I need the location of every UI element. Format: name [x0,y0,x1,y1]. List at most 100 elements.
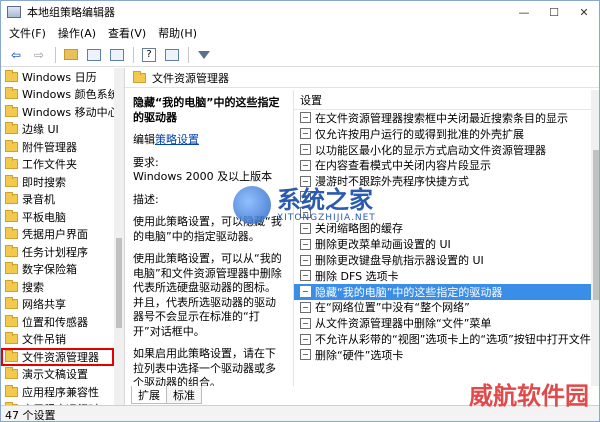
description-paragraph-2: 使用此策略设置，可以从“我的电脑”和文件资源管理器中删除代表所选硬盘驱动器的图标… [133,252,282,338]
tree-item[interactable]: 文件吊销 [1,331,124,349]
tab-standard[interactable]: 标准 [166,386,202,404]
tree-item[interactable]: 搜索 [1,278,124,296]
tree-item-label: 位置和传感器 [22,315,88,329]
tree-item[interactable]: Windows 移动中心 [1,103,124,121]
tree-item-label: 文件吊销 [22,333,66,347]
folder-icon [5,227,18,240]
settings-scrollbar[interactable] [591,90,599,386]
folder-icon [5,297,18,310]
list-item[interactable] [294,205,599,221]
pane-header: 文件资源管理器 [125,68,599,88]
tree-item[interactable]: 演示文稿设置 [1,366,124,384]
menu-action[interactable]: 操作(A) [52,25,102,41]
export-list-button[interactable] [106,45,128,65]
tree-item[interactable]: 应用程序兼容性 [1,383,124,401]
folder-icon [5,209,18,222]
folder-icon [5,157,18,170]
list-item[interactable]: 关闭缩略图的缓存 [294,221,599,237]
list-item[interactable]: 删除“硬件”选项卡 [294,347,599,363]
tree-item[interactable]: Windows 日历 [1,68,124,86]
list-item[interactable]: 从文件资源管理器中删除“文件”菜单 [294,315,599,331]
title-bar: 本地组策略编辑器 — ☐ ✕ [1,1,599,23]
folder-icon [5,87,18,100]
tree-item[interactable]: 附件管理器 [1,138,124,156]
list-item-label: 从文件资源管理器中删除“文件”菜单 [315,317,492,331]
folder-icon [5,104,18,117]
list-item[interactable]: 在内容查看模式中关闭内容片段显示 [294,157,599,173]
settings-column-header[interactable]: 设置 [294,90,599,110]
policy-setting-icon [300,254,311,266]
tree-scrollbar[interactable] [114,68,124,405]
scrollbar-thumb[interactable] [116,238,122,328]
policy-setting-icon [300,128,311,140]
show-tree-button[interactable] [83,45,105,65]
tree-item-label: 应用程序兼容性 [22,385,99,399]
list-item[interactable]: 删除更改键盘导航指示器设置的 UI [294,252,599,268]
tree-item[interactable]: 位置和传感器 [1,313,124,331]
folder-icon [5,332,18,345]
list-item-label: 隐藏“我的电脑”中的这些指定的驱动器 [315,285,503,299]
list-item[interactable]: 在文件资源管理器搜索框中关闭最近搜索条目的显示 [294,110,599,126]
folder-icon [5,349,18,362]
tree-item-label: 录音机 [22,193,55,207]
tree-item-label: 搜索 [22,280,44,294]
tree-item[interactable]: 边缘 UI [1,121,124,139]
toolbar-separator [55,46,56,63]
list-item[interactable]: 在“网络位置”中没有“整个网络” [294,300,599,316]
up-folder-button[interactable] [60,45,82,65]
minimize-button[interactable]: — [509,1,539,23]
settings-list-body: 在文件资源管理器搜索框中关闭最近搜索条目的显示 仅允许按用户运行的或得到批准的外壳… [294,110,599,363]
menu-help[interactable]: 帮助(H) [152,25,203,41]
folder-icon [5,139,18,152]
tree-item-label: 附件管理器 [22,140,77,154]
tree-item[interactable]: 网络共享 [1,296,124,314]
forward-button[interactable]: ⇨ [28,45,50,65]
tab-extended[interactable]: 扩展 [131,386,167,404]
tree-item[interactable]: 平板电脑 [1,208,124,226]
menu-view[interactable]: 查看(V) [102,25,152,41]
back-button[interactable]: ⇦ [5,45,27,65]
list-item[interactable]: 删除更改菜单动画设置的 UI [294,236,599,252]
folder-icon [5,262,18,275]
list-item[interactable]: 不允许从彩带的“视图”选项卡上的“选项”按钮中打开文件夹… [294,331,599,347]
list-item[interactable]: 以功能区最小化的显示方式启动文件资源管理器 [294,142,599,158]
policy-setting-icon [300,286,311,298]
properties-button[interactable] [161,45,183,65]
scrollbar-thumb[interactable] [593,150,599,300]
list-item-label: 关闭缩略图的缓存 [315,222,403,236]
list-item-label: 在内容查看模式中关闭内容片段显示 [315,159,491,173]
policy-setting-icon [300,159,311,171]
maximize-button[interactable]: ☐ [539,1,569,23]
filter-button[interactable] [193,45,215,65]
list-item[interactable]: 删除 DFS 选项卡 [294,268,599,284]
list-item[interactable]: 漫游时不跟踪外壳程序快捷方式 [294,173,599,189]
tree-item[interactable]: 凭据用户界面 [1,226,124,244]
back-arrow-icon: ⇦ [10,47,22,62]
list-item[interactable]: 仅允许按用户运行的或得到批准的外壳扩展 [294,126,599,142]
tree-item[interactable]: 即时搜索 [1,173,124,191]
status-bar: 47 个设置 [1,405,599,421]
list-item-label: 在文件资源管理器搜索框中关闭最近搜索条目的显示 [315,111,568,125]
policy-setting-icon [300,333,311,345]
tree-item[interactable]: Windows 颜色系统 [1,86,124,104]
description-paragraph-3: 如果启用此策略设置，请在下拉列表中选择一个驱动器或多个驱动器的组合。 [133,347,276,386]
tree-item[interactable]: 录音机 [1,191,124,209]
policy-setting-icon [300,317,311,329]
close-button[interactable]: ✕ [569,1,599,23]
tree-item-label: 数字保险箱 [22,263,77,277]
edit-policy-link[interactable]: 策略设置 [155,133,199,146]
help-button[interactable]: ? [138,45,160,65]
list-item[interactable] [294,189,599,205]
tree-item[interactable]: 文件资源管理器 [1,348,114,366]
tree-item[interactable]: 数字保险箱 [1,261,124,279]
tree-item[interactable]: 工作文件夹 [1,156,124,174]
window: 本地组策略编辑器 — ☐ ✕ 文件(F) 操作(A) 查看(V) 帮助(H) ⇦… [0,0,600,422]
menu-file[interactable]: 文件(F) [3,25,52,41]
list-item-label: 删除更改键盘导航指示器设置的 UI [315,254,484,268]
list-item[interactable]: 隐藏“我的电脑”中的这些指定的驱动器 [294,283,599,300]
tree-item[interactable]: 任务计划程序 [1,243,124,261]
properties-icon [165,48,179,61]
toolbar: ⇦ ⇨ ? [1,43,599,67]
edit-line: 编辑策略设置 [133,133,283,148]
list-item-label: 删除更改菜单动画设置的 UI [315,238,451,252]
